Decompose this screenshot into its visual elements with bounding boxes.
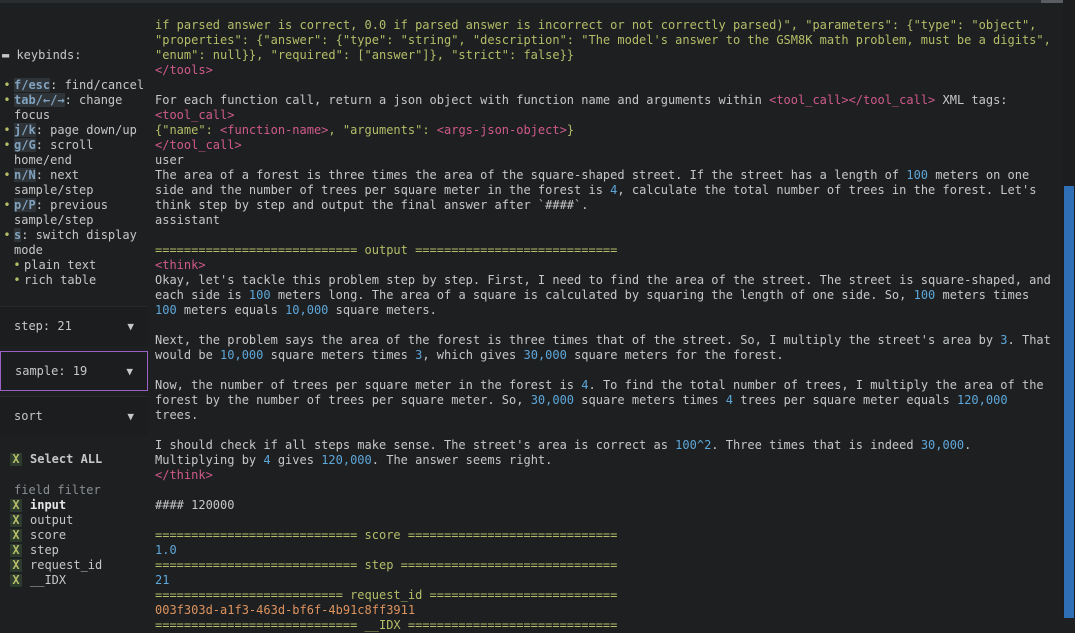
keybinds-list: • f/esc: find/cancel • tab/←/→: change foc…	[0, 78, 150, 288]
step-dropdown-label: step: 21	[14, 319, 72, 333]
field-checkbox-step[interactable]: Xstep	[10, 543, 102, 558]
step-dropdown[interactable]: step: 21 ▼	[0, 306, 148, 346]
field-checkbox-request-id[interactable]: Xrequest_id	[10, 558, 102, 573]
keybind-item: • tab/←/→: change focus	[3, 93, 123, 122]
request-id-separator: ========================== request_id ==…	[155, 588, 618, 602]
select-all-checkbox[interactable]: X Select ALL	[10, 452, 102, 467]
reasoning-paragraph: Now, the number of trees per square mete…	[155, 378, 1051, 422]
request-id-value: 003f303d-a1f3-463d-bf6f-4b91c8ff3911	[155, 603, 416, 617]
role-assistant: assistant	[155, 213, 221, 227]
display-mode-item: • plain text	[13, 258, 97, 272]
keybind-item: • p/P: previous sample/step	[3, 198, 108, 227]
field-filter-label: field filter	[14, 483, 101, 497]
content-scrollbar[interactable]	[1063, 0, 1075, 618]
scrollbar-thumb[interactable]	[1064, 186, 1074, 618]
final-answer: #### 120000	[155, 498, 235, 512]
sample-dropdown-label: sample: 19	[15, 363, 88, 378]
step-separator: ============================ step ======…	[155, 558, 618, 572]
chevron-down-icon: ▼	[127, 410, 134, 423]
sort-dropdown[interactable]: sort ▼	[0, 396, 148, 436]
field-checkbox-score[interactable]: Xscore	[10, 528, 102, 543]
check-icon: X	[10, 559, 22, 572]
field-checkbox-idx[interactable]: X __IDX	[10, 573, 102, 588]
keybind-item: • j/k: page down/up	[3, 123, 137, 137]
check-icon: X	[10, 574, 22, 587]
keybinds-header: ▬ keybinds:	[2, 48, 81, 63]
user-question: The area of a forest is three times the …	[155, 168, 1044, 212]
idx-separator: ============================ __IDX =====…	[155, 618, 618, 632]
field-checkbox-input[interactable]: Xinput	[10, 498, 102, 513]
keybind-item: • g/G: scroll home/end	[3, 138, 94, 167]
reasoning-paragraph: I should check if all steps make sense. …	[155, 438, 979, 467]
chevron-down-icon: ▼	[126, 364, 133, 378]
tool-call-open-tag: <tool_call>	[155, 108, 235, 122]
sort-dropdown-label: sort	[14, 409, 43, 423]
tools-json-line: if parsed answer is correct, 0.0 if pars…	[155, 18, 1037, 32]
output-separator: ============================ output ====…	[155, 243, 618, 257]
think-close-tag: </think>	[155, 468, 213, 482]
top-scroll-bar[interactable]	[0, 0, 1075, 3]
reasoning-paragraph: Okay, let's tackle this problem step by …	[155, 273, 1059, 317]
reasoning-paragraph: Next, the problem says the area of the f…	[155, 333, 1059, 362]
field-checkbox-output[interactable]: Xoutput	[10, 513, 102, 528]
tool-call-json: {"name": <function-name>, "arguments": <…	[155, 123, 575, 137]
score-separator: ============================ score =====…	[155, 528, 618, 542]
keybind-item: • n/N: next sample/step	[3, 168, 94, 197]
keybind-item: • s: switch display mode	[3, 228, 137, 257]
think-open-tag: <think>	[155, 258, 206, 272]
check-icon: X	[10, 529, 22, 542]
check-icon: X	[10, 453, 22, 466]
tool-call-close-tag: </tool_call>	[155, 138, 242, 152]
tools-json-line: "enum": null}}, "required": ["answer"]},…	[155, 48, 575, 62]
tools-json-line: "properties": {"answer": {"type": "strin…	[155, 33, 1051, 47]
role-user: user	[155, 153, 184, 167]
step-value: 21	[155, 573, 170, 587]
keybinds-title: keybinds:	[16, 48, 82, 62]
sample-content[interactable]: if parsed answer is correct, 0.0 if pars…	[155, 18, 1057, 633]
sidebar: ▬ keybinds: • f/esc: find/cancel • tab/←/→…	[0, 0, 150, 618]
chevron-down-icon: ▼	[127, 320, 134, 333]
select-all-label: Select ALL	[30, 452, 103, 466]
function-call-instruction: For each function call, return a json ob…	[155, 93, 1008, 107]
keybind-item: • f/esc: find/cancel	[3, 78, 145, 92]
sample-dropdown[interactable]: sample: 19 ▼	[0, 351, 148, 391]
check-icon: X	[10, 544, 22, 557]
check-icon: X	[10, 499, 22, 512]
display-mode-item: • rich table	[13, 273, 97, 287]
keyboard-icon: ▬	[2, 48, 17, 62]
score-value: 1.0	[155, 543, 177, 557]
tools-close-tag: </tools>	[155, 63, 213, 77]
field-filter-list: Xinput Xoutput Xscore Xstep Xrequest_id …	[10, 498, 102, 588]
check-icon: X	[10, 514, 22, 527]
